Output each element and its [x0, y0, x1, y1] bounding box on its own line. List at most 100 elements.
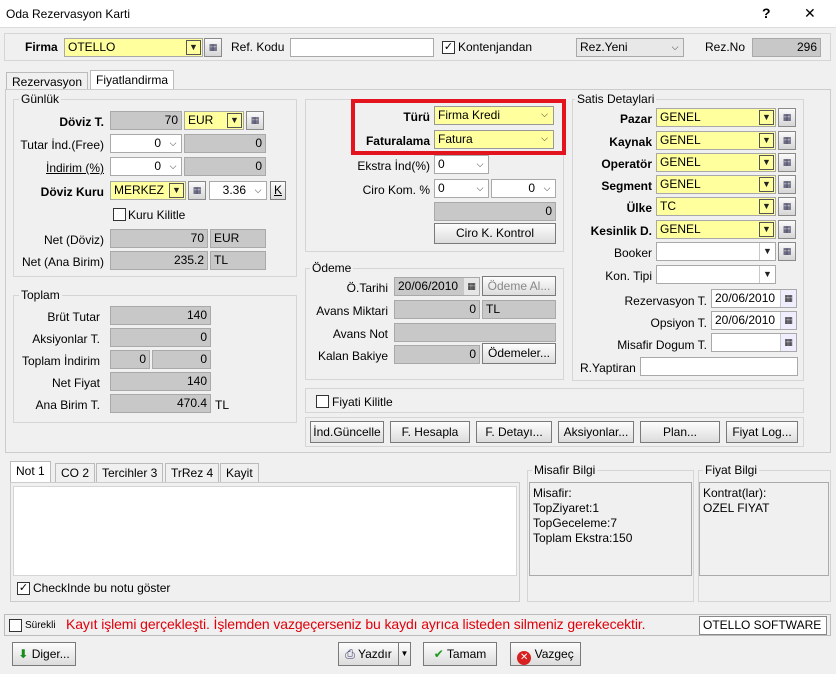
- fiyati-kilitle-checkbox[interactable]: [316, 395, 329, 408]
- check-icon: ✔: [433, 647, 444, 661]
- f-hesapla-button[interactable]: F. Hesapla: [390, 421, 470, 443]
- calendar-icon[interactable]: ▦: [780, 334, 796, 351]
- tab-kayit[interactable]: Kayit: [220, 463, 259, 483]
- ekstra-ind-select[interactable]: 0 ⌵: [434, 155, 489, 174]
- pazar-select[interactable]: GENEL ▼: [656, 108, 776, 127]
- chevron-down-icon[interactable]: ▼: [759, 266, 775, 283]
- segment-select[interactable]: GENEL ▼: [656, 175, 776, 194]
- yazdir-dropdown-button[interactable]: ▼: [398, 642, 411, 666]
- ind-guncelle-button[interactable]: İnd.Güncelle: [310, 421, 384, 443]
- tab-co-2[interactable]: CO 2: [55, 463, 96, 483]
- misafir-dogum-date[interactable]: ▦: [711, 333, 797, 352]
- misafir-dogum-label: Misafir Dogum T.: [617, 338, 707, 352]
- faturalama-label: Faturalama: [365, 134, 430, 148]
- chevron-down-icon[interactable]: ⌵: [537, 132, 552, 147]
- kuru-value-select[interactable]: 3.36 ⌵: [209, 181, 267, 200]
- kesinlik-lookup-icon[interactable]: ▦: [778, 220, 796, 239]
- fiyat-log-button[interactable]: Fiyat Log...: [726, 421, 798, 443]
- odeme-al-button[interactable]: Ödeme Al...: [482, 276, 556, 296]
- aksiyonlar-button[interactable]: Aksiyonlar...: [558, 421, 634, 443]
- checkin-checkbox[interactable]: ✓: [17, 582, 30, 595]
- tab-not-1[interactable]: Not 1: [10, 461, 51, 484]
- misafir-line: Toplam Ekstra:150: [533, 531, 633, 545]
- chevron-down-icon[interactable]: ⌵: [537, 108, 552, 123]
- kuru-lookup-icon[interactable]: ▦: [188, 181, 206, 200]
- chevron-down-icon[interactable]: ▼: [759, 177, 774, 192]
- vazgec-button[interactable]: ✕ Vazgeç: [510, 642, 581, 666]
- chevron-down-icon[interactable]: ⌵: [250, 182, 266, 199]
- chevron-down-icon[interactable]: ▼: [759, 199, 774, 214]
- chevron-down-icon[interactable]: ⌵: [165, 158, 181, 175]
- calendar-icon[interactable]: ▦: [463, 278, 479, 295]
- chevron-down-icon[interactable]: ⌵: [667, 39, 683, 56]
- chevron-down-icon[interactable]: ▼: [759, 133, 774, 148]
- tab-tercihler-3[interactable]: Tercihler 3: [96, 463, 164, 483]
- surekli-checkbox[interactable]: [9, 619, 22, 632]
- segment-lookup-icon[interactable]: ▦: [778, 175, 796, 194]
- r-yaptiran-input[interactable]: [640, 357, 798, 376]
- ciro-kontrol-button[interactable]: Ciro K. Kontrol: [434, 223, 556, 244]
- close-icon[interactable]: ✕: [804, 6, 816, 20]
- chevron-down-icon[interactable]: ⌵: [472, 156, 488, 173]
- firma-select[interactable]: OTELLO ▼: [64, 38, 203, 57]
- turu-select[interactable]: Firma Kredi ⌵: [434, 106, 554, 125]
- calendar-icon[interactable]: ▦: [780, 312, 796, 329]
- currency-lookup-icon[interactable]: ▦: [246, 111, 264, 130]
- kuru-kilitle-checkbox[interactable]: [113, 208, 126, 221]
- chevron-down-icon[interactable]: ▼: [186, 40, 201, 55]
- fiyati-kilitle-label: Fiyati Kilitle: [332, 395, 393, 409]
- ciro-kom-select-a[interactable]: 0 ⌵: [434, 179, 489, 198]
- kaynak-lookup-icon[interactable]: ▦: [778, 131, 796, 150]
- chevron-down-icon[interactable]: ▼: [227, 113, 242, 128]
- kesinlik-select[interactable]: GENEL ▼: [656, 220, 776, 239]
- doviz-t-currency[interactable]: EUR ▼: [184, 111, 244, 130]
- ciro-kom-select-b[interactable]: 0 ⌵: [491, 179, 556, 198]
- chevron-down-icon[interactable]: ⌵: [539, 180, 555, 197]
- indirim-select[interactable]: 0 ⌵: [110, 157, 182, 176]
- ulke-lookup-icon[interactable]: ▦: [778, 197, 796, 216]
- chevron-down-icon[interactable]: ⌵: [472, 180, 488, 197]
- status-select[interactable]: Rez.Yeni ⌵: [576, 38, 684, 57]
- avans-miktari-label: Avans Miktari: [316, 304, 388, 318]
- chevron-down-icon[interactable]: ▼: [759, 110, 774, 125]
- kuru-k-button[interactable]: K: [270, 181, 286, 200]
- ekstra-ind-label: Ekstra İnd(%): [357, 159, 430, 173]
- chevron-down-icon[interactable]: ▼: [759, 243, 775, 260]
- plan-button[interactable]: Plan...: [640, 421, 720, 443]
- kontenjan-checkbox[interactable]: ✓: [442, 41, 455, 54]
- ref-kodu-input[interactable]: [290, 38, 434, 57]
- kuru-source-select[interactable]: MERKEZ ▼: [110, 181, 186, 200]
- chevron-down-icon[interactable]: ▼: [759, 222, 774, 237]
- faturalama-select[interactable]: Fatura ⌵: [434, 130, 554, 149]
- chevron-down-icon[interactable]: ⌵: [165, 135, 181, 152]
- notes-textarea[interactable]: [13, 486, 517, 576]
- misafir-line: Misafir:: [533, 486, 572, 500]
- f-detayi-button[interactable]: F. Detayı...: [476, 421, 552, 443]
- avans-not-label: Avans Not: [332, 327, 388, 341]
- operator-lookup-icon[interactable]: ▦: [778, 153, 796, 172]
- opsiyon-t-date[interactable]: 20/06/2010 ▦: [711, 311, 797, 330]
- kon-tipi-select[interactable]: ▼: [656, 265, 776, 284]
- net-ana-value: 235.2: [110, 251, 208, 270]
- pazar-lookup-icon[interactable]: ▦: [778, 108, 796, 127]
- yazdir-button[interactable]: ⎙ Yazdır: [338, 642, 399, 666]
- diger-button[interactable]: ⬇ Diger...: [12, 642, 76, 666]
- cancel-icon: ✕: [517, 651, 532, 665]
- kaynak-select[interactable]: GENEL ▼: [656, 131, 776, 150]
- firma-lookup-icon[interactable]: ▦: [204, 38, 222, 57]
- help-icon[interactable]: ?: [762, 6, 771, 20]
- ulke-select[interactable]: TC ▼: [656, 197, 776, 216]
- chevron-down-icon[interactable]: ▼: [169, 183, 184, 198]
- net-ana-currency: TL: [210, 251, 266, 270]
- rezervasyon-t-date[interactable]: 20/06/2010 ▦: [711, 289, 797, 308]
- tamam-button[interactable]: ✔ Tamam: [423, 642, 497, 666]
- odemeler-button[interactable]: Ödemeler...: [482, 343, 556, 364]
- ana-birim-t-value: 470.4: [110, 394, 211, 413]
- calendar-icon[interactable]: ▦: [780, 290, 796, 307]
- tab-trrez-4[interactable]: TrRez 4: [165, 463, 220, 483]
- operator-select[interactable]: GENEL ▼: [656, 153, 776, 172]
- tutar-ind-select[interactable]: 0 ⌵: [110, 134, 182, 153]
- booker-select[interactable]: ▼: [656, 242, 776, 261]
- chevron-down-icon[interactable]: ▼: [759, 155, 774, 170]
- booker-lookup-icon[interactable]: ▦: [778, 242, 796, 261]
